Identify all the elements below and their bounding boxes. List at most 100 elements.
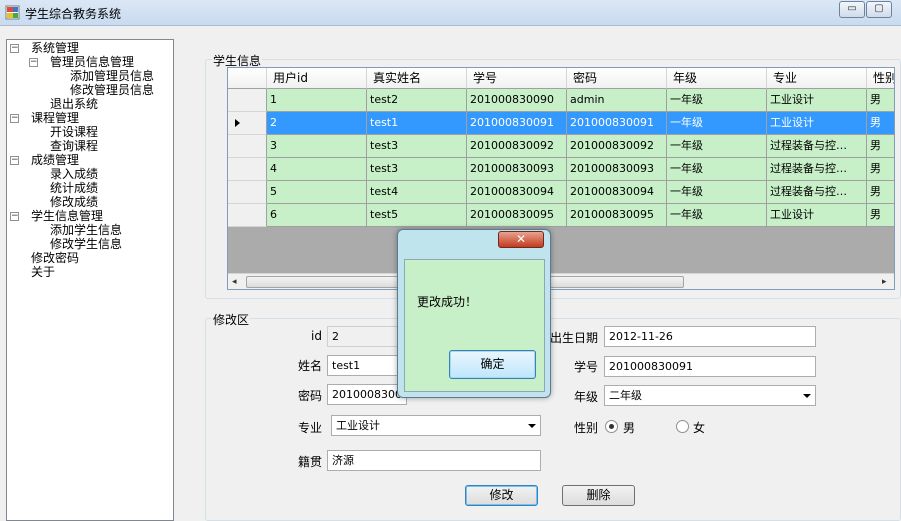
grade-select[interactable]: 二年级 [604, 385, 816, 406]
table-cell[interactable]: 201000830093 [567, 158, 667, 181]
tree-item[interactable]: 开设课程 [7, 125, 167, 139]
table-cell[interactable]: 201000830095 [467, 204, 567, 227]
table-cell[interactable]: 3 [267, 135, 367, 158]
origin-input[interactable]: 济源 [327, 450, 541, 471]
table-cell[interactable]: test3 [367, 135, 467, 158]
row-header[interactable] [228, 135, 267, 158]
tree-item[interactable]: 添加学生信息 [7, 223, 167, 237]
row-header[interactable] [228, 112, 267, 135]
tree-item[interactable]: 修改密码 [7, 251, 167, 265]
password-input[interactable]: 201000830091 [327, 384, 407, 405]
gender-male-radio[interactable] [605, 420, 618, 433]
row-header[interactable] [228, 89, 267, 112]
gender-female-radio[interactable] [676, 420, 689, 433]
table-row[interactable]: 2 test1 201000830091 201000830091 一年级 工业设计男 [228, 112, 894, 135]
scroll-left-icon[interactable]: ◂ [232, 277, 237, 287]
tree-collapse-icon[interactable]: − [10, 156, 19, 165]
table-cell[interactable]: test3 [367, 158, 467, 181]
table-cell[interactable]: 过程装备与控… [767, 158, 867, 181]
table-cell[interactable]: 6 [267, 204, 367, 227]
table-cell[interactable]: 男 [867, 89, 894, 112]
table-cell[interactable]: 工业设计 [767, 204, 867, 227]
table-cell[interactable]: 201000830090 [467, 89, 567, 112]
scroll-right-icon[interactable]: ▸ [882, 277, 887, 287]
tree-item-label[interactable]: 管理员信息管理 [50, 55, 134, 69]
birth-date-input[interactable]: 2012-11-26 [604, 326, 816, 347]
tree-item-label[interactable]: 成绩管理 [31, 153, 79, 167]
table-cell[interactable]: 5 [267, 181, 367, 204]
table-cell[interactable]: 一年级 [667, 204, 767, 227]
tree-item-label[interactable]: 修改密码 [31, 251, 79, 265]
tree-item[interactable]: 修改管理员信息 [7, 83, 167, 97]
table-cell[interactable]: test4 [367, 181, 467, 204]
table-cell[interactable]: 男 [867, 158, 894, 181]
horizontal-scrollbar[interactable]: ◂ ▸ [228, 273, 894, 289]
table-cell[interactable]: 男 [867, 204, 894, 227]
table-cell[interactable]: 201000830093 [467, 158, 567, 181]
tree-collapse-icon[interactable]: − [10, 212, 19, 221]
table-cell[interactable]: 男 [867, 181, 894, 204]
table-cell[interactable]: 2 [267, 112, 367, 135]
table-cell[interactable]: 一年级 [667, 89, 767, 112]
gender-female-label[interactable]: 女 [693, 419, 705, 436]
tree-collapse-icon[interactable]: − [29, 58, 38, 67]
tree-item-label[interactable]: 统计成绩 [50, 181, 98, 195]
column-header[interactable]: 学号 [467, 68, 567, 89]
tree-item-label[interactable]: 关于 [31, 265, 55, 279]
tree-item-label[interactable]: 课程管理 [31, 111, 79, 125]
tree-collapse-icon[interactable]: − [10, 44, 19, 53]
table-cell[interactable]: 过程装备与控… [767, 135, 867, 158]
column-header[interactable]: 专业 [767, 68, 867, 89]
column-header[interactable]: 真实姓名 [367, 68, 467, 89]
table-cell[interactable]: 4 [267, 158, 367, 181]
gender-male-label[interactable]: 男 [623, 419, 635, 436]
dialog-ok-button[interactable]: 确定 [449, 350, 536, 379]
column-header[interactable]: 密码 [567, 68, 667, 89]
tree-item-label[interactable]: 修改学生信息 [50, 237, 122, 251]
table-cell[interactable]: 男 [867, 112, 894, 135]
table-cell[interactable]: 工业设计 [767, 112, 867, 135]
table-cell[interactable]: 201000830091 [567, 112, 667, 135]
tree-collapse-icon[interactable]: − [10, 114, 19, 123]
table-row[interactable]: 1 test2 201000830090 admin 一年级 工业设计男 [228, 89, 894, 112]
tree-item-label[interactable]: 录入成绩 [50, 167, 98, 181]
column-header[interactable]: 用户id [267, 68, 367, 89]
student-grid[interactable]: 用户id 真实姓名 学号 密码 年级 专业 性别 ◂ ▸ 1 test2 20100083009… [227, 67, 895, 290]
table-row[interactable]: 5 test4 201000830094 201000830094 一年级 过程装备与控…… [228, 181, 894, 204]
tree-item[interactable]: 修改成绩 [7, 195, 167, 209]
row-header[interactable] [228, 181, 267, 204]
tree-item[interactable]: − 管理员信息管理 [7, 55, 167, 69]
table-row[interactable]: 3 test3 201000830092 201000830092 一年级 过程装备与控…… [228, 135, 894, 158]
table-cell[interactable]: 一年级 [667, 181, 767, 204]
tree-item-label[interactable]: 添加管理员信息 [70, 69, 154, 83]
maximize-button[interactable]: ▢ [866, 1, 892, 18]
table-cell[interactable]: 201000830092 [467, 135, 567, 158]
tree-item-label[interactable]: 修改管理员信息 [70, 83, 154, 97]
column-header[interactable]: 性别 [867, 68, 894, 89]
table-row[interactable]: 4 test3 201000830093 201000830093 一年级 过程装备与控…… [228, 158, 894, 181]
table-cell[interactable]: 一年级 [667, 158, 767, 181]
tree-item[interactable]: − 学生信息管理 [7, 209, 167, 223]
minimize-button[interactable]: ▭ [839, 1, 865, 18]
tree-item-label[interactable]: 学生信息管理 [31, 209, 103, 223]
navigation-tree[interactable]: − 系统管理 − 管理员信息管理 添加管理员信息 修改管理员信息 退出系统 − 课程管理 开设课程… [6, 39, 174, 521]
table-cell[interactable]: test5 [367, 204, 467, 227]
table-cell[interactable]: test1 [367, 112, 467, 135]
tree-item[interactable]: 修改学生信息 [7, 237, 167, 251]
major-select[interactable]: 工业设计 [331, 415, 541, 436]
tree-item[interactable]: − 系统管理 [7, 41, 167, 55]
tree-item-label[interactable]: 添加学生信息 [50, 223, 122, 237]
tree-item[interactable]: − 课程管理 [7, 111, 167, 125]
modify-button[interactable]: 修改 [465, 485, 538, 506]
tree-item[interactable]: 添加管理员信息 [7, 69, 167, 83]
table-cell[interactable]: test2 [367, 89, 467, 112]
table-cell[interactable]: 201000830094 [467, 181, 567, 204]
tree-item[interactable]: 查询课程 [7, 139, 167, 153]
row-header[interactable] [228, 158, 267, 181]
table-cell[interactable]: 一年级 [667, 112, 767, 135]
name-input[interactable]: test1 [327, 355, 407, 376]
table-cell[interactable]: 过程装备与控… [767, 181, 867, 204]
table-cell[interactable]: 201000830095 [567, 204, 667, 227]
column-header[interactable]: 年级 [667, 68, 767, 89]
row-header[interactable] [228, 204, 267, 227]
